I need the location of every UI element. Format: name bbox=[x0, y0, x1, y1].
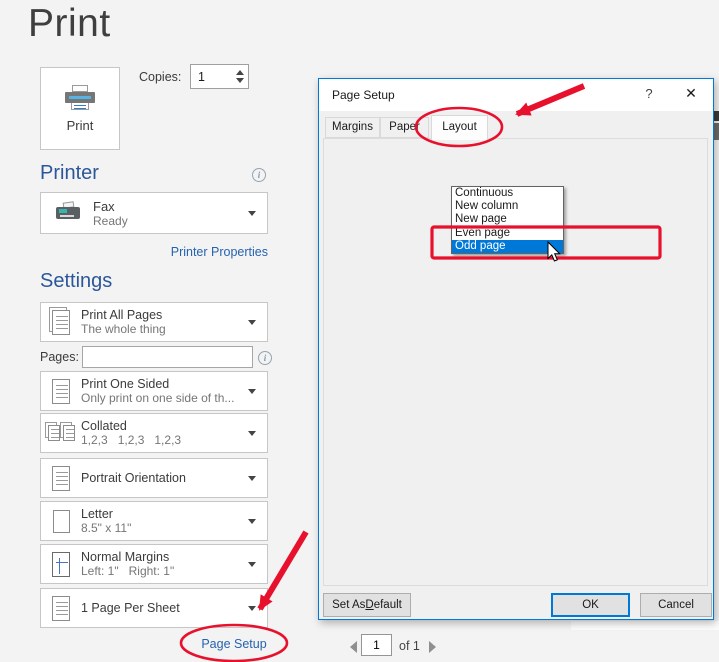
page-number-input[interactable] bbox=[361, 634, 392, 656]
setting-title: Normal Margins bbox=[81, 550, 248, 564]
close-icon[interactable]: ✕ bbox=[682, 85, 700, 102]
tab-layout[interactable]: Layout bbox=[431, 115, 488, 140]
pages-input[interactable] bbox=[82, 346, 253, 368]
copies-value: 1 bbox=[191, 70, 232, 84]
pages-info-icon[interactable] bbox=[258, 351, 272, 365]
chevron-down-icon bbox=[248, 389, 256, 394]
one-sided-icon bbox=[41, 379, 81, 404]
option-even-page[interactable]: Even page bbox=[452, 227, 563, 240]
option-continuous[interactable]: Continuous bbox=[452, 187, 563, 200]
setting-subtitle: Only print on one side of th... bbox=[81, 391, 248, 405]
print-button-label: Print bbox=[67, 118, 94, 133]
setting-title: Print All Pages bbox=[81, 308, 248, 322]
margins-icon bbox=[41, 552, 81, 577]
portrait-icon bbox=[41, 466, 81, 491]
chevron-down-icon bbox=[248, 320, 256, 325]
setting-title: 1 Page Per Sheet bbox=[81, 601, 248, 615]
setting-title: Portrait Orientation bbox=[81, 471, 248, 485]
tab-margins[interactable]: Margins bbox=[325, 117, 380, 138]
paper-size-dropdown[interactable]: Letter 8.5" x 11" bbox=[40, 501, 268, 541]
copies-label: Copies: bbox=[139, 70, 181, 84]
collated-icon bbox=[41, 425, 81, 441]
option-odd-page[interactable]: Odd page bbox=[452, 240, 563, 253]
chevron-down-icon bbox=[248, 476, 256, 481]
orientation-dropdown[interactable]: Portrait Orientation bbox=[40, 458, 268, 498]
setting-subtitle: The whole thing bbox=[81, 322, 248, 336]
previous-page-icon[interactable] bbox=[350, 641, 357, 653]
printer-dropdown[interactable]: Fax Ready bbox=[40, 192, 268, 234]
cancel-button[interactable]: Cancel bbox=[640, 593, 712, 617]
fax-printer-icon bbox=[54, 202, 84, 224]
dialog-title: Page Setup bbox=[332, 88, 395, 102]
document-preview-edge bbox=[571, 621, 719, 630]
printer-info-icon[interactable] bbox=[252, 168, 266, 182]
increment-icon[interactable] bbox=[236, 70, 244, 75]
collation-dropdown[interactable]: Collated 1,2,3 1,2,3 1,2,3 bbox=[40, 413, 268, 453]
section-start-listbox[interactable]: Continuous New column New page Even page… bbox=[451, 186, 564, 254]
chevron-down-icon bbox=[248, 562, 256, 567]
decrement-icon[interactable] bbox=[236, 78, 244, 83]
next-page-icon[interactable] bbox=[429, 641, 436, 653]
print-sides-dropdown[interactable]: Print One Sided Only print on one side o… bbox=[40, 371, 268, 411]
settings-heading: Settings bbox=[40, 270, 112, 293]
setting-title: Print One Sided bbox=[81, 377, 248, 391]
copies-stepper[interactable]: 1 bbox=[190, 64, 249, 89]
printer-name: Fax bbox=[93, 199, 248, 214]
pages-per-sheet-dropdown[interactable]: 1 Page Per Sheet bbox=[40, 588, 268, 628]
option-new-column[interactable]: New column bbox=[452, 200, 563, 213]
page-count-label: of 1 bbox=[399, 639, 420, 653]
setting-subtitle: 8.5" x 11" bbox=[81, 521, 248, 535]
margins-dropdown[interactable]: Normal Margins Left: 1" Right: 1" bbox=[40, 544, 268, 584]
tab-paper[interactable]: Paper bbox=[380, 117, 429, 138]
page-setup-link[interactable]: Page Setup bbox=[201, 637, 266, 651]
scrollbar-thumb[interactable] bbox=[714, 111, 719, 121]
backstage-print-page: { "backstage": { "title": "Print", "prin… bbox=[0, 0, 719, 662]
pages-label: Pages: bbox=[40, 350, 79, 364]
page-title: Print bbox=[28, 2, 111, 46]
chevron-down-icon bbox=[248, 606, 256, 611]
print-all-pages-icon bbox=[41, 310, 81, 335]
printer-heading: Printer bbox=[40, 162, 99, 185]
print-range-dropdown[interactable]: Print All Pages The whole thing bbox=[40, 302, 268, 342]
scrollbar-thumb[interactable] bbox=[714, 123, 719, 140]
print-button[interactable]: Print bbox=[40, 67, 120, 150]
option-new-page[interactable]: New page bbox=[452, 213, 563, 226]
page-setup-dialog: Page Setup ? ✕ Margins Paper Layout Sect… bbox=[318, 78, 714, 620]
setting-subtitle: 1,2,3 1,2,3 1,2,3 bbox=[81, 433, 248, 447]
chevron-down-icon bbox=[248, 431, 256, 436]
printer-properties-link[interactable]: Printer Properties bbox=[171, 245, 268, 259]
chevron-down-icon bbox=[248, 211, 256, 216]
set-as-default-button[interactable]: Set As Default bbox=[323, 593, 411, 617]
setting-title: Letter bbox=[81, 507, 248, 521]
letter-page-icon bbox=[41, 510, 81, 533]
ok-button[interactable]: OK bbox=[551, 593, 630, 617]
page-per-sheet-icon bbox=[41, 596, 81, 621]
chevron-down-icon bbox=[248, 519, 256, 524]
printer-status: Ready bbox=[93, 214, 248, 228]
setting-title: Collated bbox=[81, 419, 248, 433]
printer-icon bbox=[64, 85, 96, 111]
setting-subtitle: Left: 1" Right: 1" bbox=[81, 564, 248, 578]
help-icon[interactable]: ? bbox=[641, 86, 657, 101]
